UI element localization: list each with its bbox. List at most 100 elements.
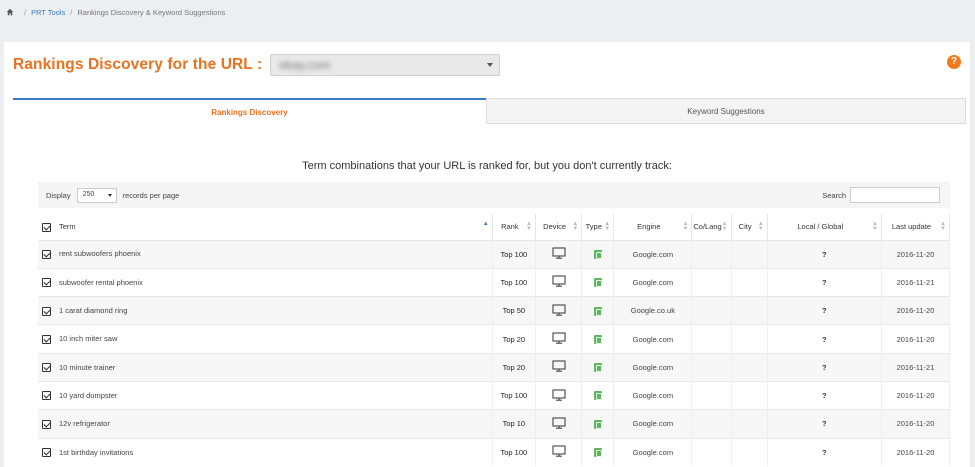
- search-label: Search: [822, 190, 846, 200]
- row-checkbox[interactable]: [42, 363, 51, 373]
- device-cell: [535, 380, 583, 410]
- device-cell: [535, 352, 583, 382]
- breadcrumb-prt-tools[interactable]: PRT Tools: [31, 8, 65, 17]
- sort-icon: ▲ ▼: [572, 221, 579, 232]
- engine-cell: Google.com: [613, 380, 693, 410]
- term-cell: rent subwoofers phoenix: [38, 239, 493, 269]
- page-title: Rankings Discovery for the URL :: [13, 56, 263, 73]
- chevron-down-icon: [487, 63, 494, 67]
- chevron-down-icon: [107, 193, 112, 197]
- local-global-cell: ?: [767, 296, 882, 325]
- device-cell: [535, 296, 583, 325]
- city-cell: [731, 267, 768, 297]
- row-checkbox[interactable]: [42, 334, 51, 344]
- breadcrumb-separator: /: [70, 7, 73, 17]
- desktop-monitor-icon: [552, 275, 566, 289]
- sort-icon: ▲ ▼: [872, 221, 878, 232]
- type-cell: [581, 267, 615, 297]
- engine-cell: Google.com: [613, 352, 693, 382]
- question-circle-icon[interactable]: ?: [947, 55, 961, 69]
- row-checkbox[interactable]: [42, 448, 51, 458]
- column-header-device[interactable]: Device ▲ ▼: [535, 214, 583, 240]
- term-text: 1st birthday invitations: [59, 447, 134, 457]
- last-update-cell: 2016-11-20: [881, 324, 951, 354]
- records-per-page-value: 250: [82, 190, 95, 198]
- city-cell: [731, 380, 768, 410]
- column-header-colang[interactable]: Co/Lang ▲ ▼: [691, 214, 732, 240]
- city-cell: [731, 324, 768, 354]
- last-update-cell: 2016-11-21: [881, 352, 951, 382]
- last-update-cell: 2016-11-20: [881, 239, 951, 269]
- table-row: rent subwoofers phoenix Top 100 Google.com…: [38, 239, 951, 269]
- row-checkbox[interactable]: [42, 419, 51, 429]
- rank-cell: Top 20: [492, 324, 536, 354]
- url-select[interactable]: ebay.com: [270, 54, 501, 76]
- records-per-page-select[interactable]: 250: [76, 187, 117, 203]
- table-controls: Display 250 records per page Search: [38, 182, 950, 208]
- row-checkbox[interactable]: [42, 278, 51, 288]
- colang-cell: [691, 239, 732, 269]
- term-cell: 10 yard dumpster: [38, 380, 493, 410]
- type-cell: [581, 380, 615, 410]
- search-input[interactable]: [850, 187, 940, 203]
- last-update-cell: 2016-11-20: [881, 296, 951, 325]
- term-text: 12v refrigerator: [59, 419, 110, 429]
- row-checkbox[interactable]: [42, 249, 51, 259]
- sort-icon: ▲ ▼: [604, 221, 611, 232]
- row-checkbox[interactable]: [42, 306, 51, 316]
- column-header-rank[interactable]: Rank ▲ ▼: [492, 214, 536, 240]
- rank-cell: Top 100: [492, 267, 536, 297]
- sort-icon: ▲ ▼: [682, 221, 689, 232]
- last-update-cell: 2016-11-20: [881, 409, 951, 439]
- engine-cell: Google.com: [613, 239, 693, 269]
- term-text: 10 yard dumpster: [59, 390, 118, 400]
- desktop-monitor-icon: [552, 247, 566, 261]
- term-cell: 10 inch miter saw: [38, 324, 493, 354]
- colang-cell: [691, 437, 732, 467]
- colang-cell: [691, 409, 732, 439]
- desktop-monitor-icon: [552, 417, 566, 431]
- engine-cell: Google.com: [613, 324, 693, 354]
- local-global-cell: ?: [767, 437, 882, 467]
- device-cell: [535, 324, 583, 354]
- term-cell: subwoofer rental phoenix: [38, 267, 493, 297]
- column-header-city[interactable]: City ▲ ▼: [731, 214, 768, 240]
- column-header-type[interactable]: Type ▲ ▼: [581, 214, 615, 240]
- term-text: 10 inch miter saw: [59, 334, 118, 344]
- column-header-local-global[interactable]: Local / Global ▲ ▼: [767, 214, 882, 240]
- term-text: subwoofer rental phoenix: [59, 277, 143, 287]
- local-global-cell: ?: [767, 324, 882, 354]
- city-cell: [731, 352, 768, 382]
- colang-cell: [691, 324, 732, 354]
- column-header-term[interactable]: Term ▲: [38, 214, 493, 240]
- engine-cell: Google.com: [613, 437, 693, 467]
- city-cell: [731, 437, 768, 467]
- records-suffix-label: records per page: [122, 190, 180, 200]
- type-cell: [581, 239, 615, 269]
- engine-cell: Google.com: [613, 267, 693, 297]
- desktop-type-icon: [593, 306, 602, 316]
- type-cell: [581, 352, 615, 382]
- type-cell: [581, 324, 615, 354]
- display-label: Display: [46, 190, 71, 200]
- engine-cell: Google.co.uk: [613, 296, 693, 325]
- url-select-value: ebay.com: [279, 58, 331, 72]
- row-checkbox[interactable]: [42, 391, 51, 401]
- select-all-checkbox[interactable]: [42, 222, 51, 232]
- desktop-monitor-icon: [552, 304, 566, 318]
- tab-rankings-discovery[interactable]: Rankings Discovery: [13, 98, 486, 124]
- desktop-type-icon: [593, 249, 602, 259]
- column-header-last-update[interactable]: Last update ▲ ▼: [881, 214, 951, 240]
- desktop-monitor-icon: [552, 332, 566, 346]
- last-update-cell: 2016-11-21: [881, 267, 951, 297]
- desktop-monitor-icon: [552, 389, 566, 403]
- desktop-monitor-icon: [552, 360, 566, 374]
- tab-keyword-suggestions[interactable]: Keyword Suggestions: [486, 98, 966, 124]
- desktop-type-icon: [593, 448, 602, 458]
- device-cell: [535, 267, 583, 297]
- desktop-type-icon: [593, 391, 602, 401]
- home-icon[interactable]: [6, 8, 14, 16]
- colang-cell: [691, 267, 732, 297]
- column-header-engine[interactable]: Engine ▲ ▼: [613, 214, 693, 240]
- term-cell: 12v refrigerator: [38, 409, 493, 439]
